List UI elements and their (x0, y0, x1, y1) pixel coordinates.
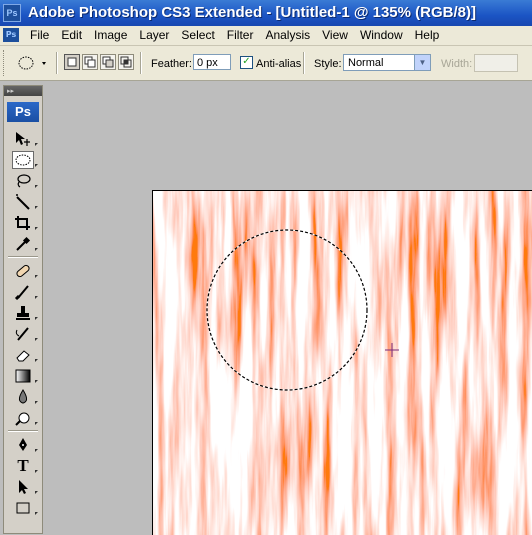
menu-analysis[interactable]: Analysis (259, 28, 316, 43)
type-tool[interactable]: T (4, 455, 42, 476)
orange-fibers-texture (153, 191, 532, 535)
antialias-label: Anti-alias (256, 58, 302, 70)
options-separator (140, 52, 142, 74)
options-bar: Feather: 0 px ✓ Anti-alias Style: Normal… (0, 46, 532, 81)
bandage-icon (16, 264, 30, 277)
selection-mode-group (64, 54, 134, 70)
history-brush-icon (15, 326, 29, 341)
eraser-tool[interactable] (4, 344, 42, 365)
menu-bar: Ps File Edit Image Layer Select Filter A… (0, 26, 532, 46)
new-selection-button[interactable] (64, 54, 80, 70)
menu-image[interactable]: Image (88, 28, 133, 43)
menu-view[interactable]: View (316, 28, 354, 43)
add-to-selection-icon (84, 56, 96, 68)
clone-stamp-tool[interactable] (4, 302, 42, 323)
canvas-image[interactable] (153, 191, 532, 535)
document-canvas[interactable] (152, 190, 532, 535)
magic-wand-tool[interactable] (4, 191, 42, 212)
healing-brush-tool[interactable] (4, 260, 42, 281)
width-label: Width: (441, 58, 473, 70)
menu-filter[interactable]: Filter (221, 28, 260, 43)
toolbox: ▸▸ Ps T (3, 85, 43, 534)
style-select[interactable]: Normal ▼ (343, 54, 431, 71)
crop-tool[interactable] (4, 212, 42, 233)
stamp-icon (16, 305, 30, 320)
menu-file[interactable]: File (24, 28, 55, 43)
toolbox-collapse-button[interactable]: ▸▸ (4, 86, 42, 96)
options-bar-grip[interactable] (3, 50, 7, 76)
path-selection-icon (19, 479, 28, 494)
subtract-from-selection-button[interactable] (100, 54, 116, 70)
rectangle-shape-icon (16, 502, 30, 513)
dodge-tool[interactable] (4, 407, 42, 428)
pen-tool[interactable] (4, 434, 42, 455)
style-label: Style: (314, 58, 342, 70)
intersect-selection-button[interactable] (118, 54, 134, 70)
elliptical-marquee-preset-icon (18, 56, 46, 70)
gradient-icon (15, 369, 31, 382)
menu-items: File Edit Image Layer Select Filter Anal… (24, 28, 445, 43)
title-bar: Ps Adobe Photoshop CS3 Extended - [Untit… (0, 0, 532, 26)
move-icon (16, 131, 30, 146)
subtract-from-selection-icon (102, 56, 114, 68)
antialias-checkbox[interactable]: ✓ (240, 56, 253, 69)
eyedropper-icon (16, 236, 31, 251)
gradient-tool[interactable] (4, 365, 42, 386)
lasso-icon (17, 173, 31, 187)
brush-tool[interactable] (4, 281, 42, 302)
type-icon: T (17, 455, 29, 475)
lasso-tool[interactable] (4, 170, 42, 191)
new-selection-icon (67, 57, 77, 67)
toolbox-separator (8, 430, 38, 432)
history-brush-tool[interactable] (4, 323, 42, 344)
menu-select[interactable]: Select (175, 28, 220, 43)
brush-icon (14, 284, 29, 300)
magic-wand-icon (16, 193, 30, 210)
tool-preset-picker[interactable] (16, 55, 50, 71)
shape-tool[interactable] (4, 497, 42, 518)
eraser-icon (16, 349, 30, 361)
dodge-icon (15, 412, 30, 426)
style-value: Normal (348, 57, 384, 69)
water-drop-icon (18, 388, 28, 403)
blur-tool[interactable] (4, 386, 42, 407)
document-icon[interactable]: Ps (3, 28, 19, 42)
eyedropper-tool[interactable] (4, 233, 42, 254)
pen-icon (19, 437, 27, 451)
window-title: Adobe Photoshop CS3 Extended - [Untitled… (28, 4, 476, 21)
toolbox-separator (8, 256, 38, 258)
elliptical-marquee-tool[interactable] (4, 149, 42, 170)
feather-label: Feather: (151, 58, 192, 70)
width-input[interactable] (474, 54, 518, 72)
elliptical-marquee-icon (15, 154, 31, 165)
path-selection-tool[interactable] (4, 476, 42, 497)
menu-layer[interactable]: Layer (133, 28, 175, 43)
intersect-selection-icon (120, 56, 132, 68)
move-tool[interactable] (4, 128, 42, 149)
menu-edit[interactable]: Edit (55, 28, 88, 43)
feather-input[interactable]: 0 px (193, 54, 231, 70)
crop-icon (15, 215, 30, 230)
chevron-down-icon[interactable]: ▼ (414, 55, 430, 70)
menu-help[interactable]: Help (409, 28, 446, 43)
menu-window[interactable]: Window (354, 28, 409, 43)
photoshop-app-icon[interactable]: Ps (3, 4, 21, 22)
options-separator (56, 52, 58, 74)
photoshop-logo[interactable]: Ps (7, 102, 39, 122)
options-separator (303, 52, 305, 74)
add-to-selection-button[interactable] (82, 54, 98, 70)
